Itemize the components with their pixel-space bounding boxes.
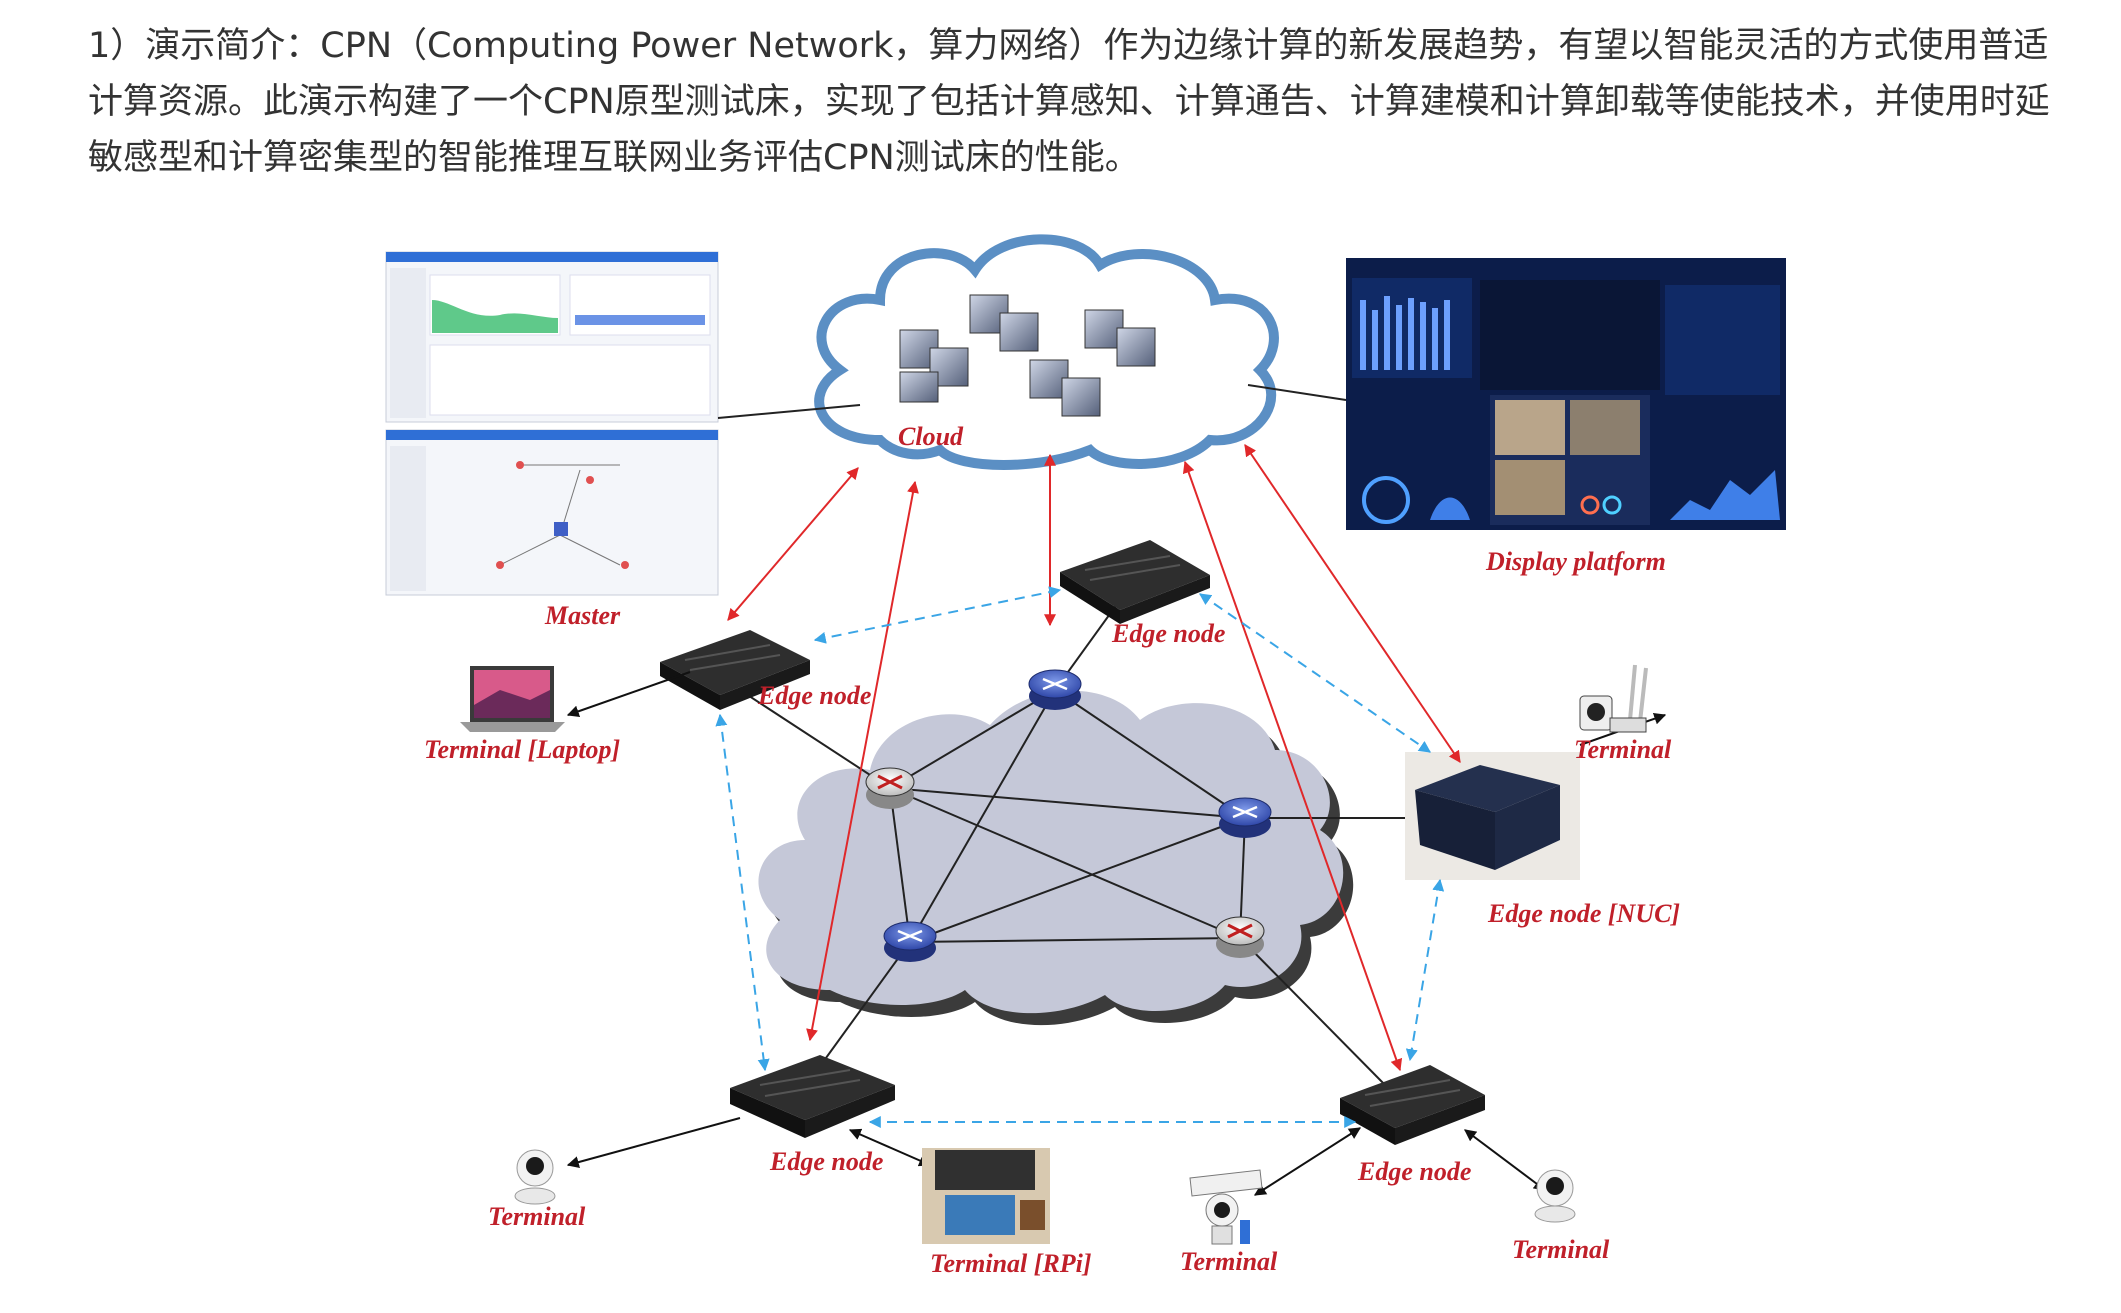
- terminal-bottom-left: Terminal: [488, 1149, 586, 1231]
- master-label: Master: [544, 601, 621, 630]
- edge-node-bottom-right-label: Edge node: [1357, 1157, 1471, 1186]
- terminal-bottom-right: Terminal: [1512, 1169, 1610, 1264]
- network-cloud: [758, 690, 1354, 1026]
- display-platform-label: Display platform: [1485, 547, 1666, 576]
- terminal-bottom-camera-label: Terminal: [1180, 1247, 1278, 1276]
- display-platform: Display platform: [1346, 258, 1786, 576]
- router-blue-1-icon: [1028, 669, 1082, 710]
- router-white-1-icon: [865, 767, 915, 809]
- terminal-right-camera: Terminal: [1574, 664, 1672, 764]
- top-cloud: Cloud: [814, 234, 1279, 470]
- terminal-right-label: Terminal: [1574, 735, 1672, 764]
- router-blue-2-icon: [1218, 797, 1272, 838]
- terminal-laptop-label: Terminal [Laptop]: [424, 735, 620, 764]
- cloud-label: Cloud: [898, 422, 964, 451]
- terminal-rpi-label: Terminal [RPi]: [930, 1249, 1092, 1278]
- edge-node-top-label: Edge node: [1111, 619, 1225, 648]
- edge-node-bottom-right: Edge node: [1340, 1065, 1485, 1186]
- edge-node-bottom-left-label: Edge node: [769, 1147, 883, 1176]
- terminal-laptop: Terminal [Laptop]: [424, 666, 620, 764]
- edge-node-nuc-label: Edge node [NUC]: [1487, 899, 1680, 928]
- terminal-bottom-left-label: Terminal: [488, 1202, 586, 1231]
- terminal-rpi: Terminal [RPi]: [922, 1148, 1092, 1278]
- edge-node-left-label: Edge node: [757, 681, 871, 710]
- edge-node-left: Edge node: [660, 630, 871, 710]
- cpn-testbed-diagram: Cloud Master Display platform Edge node …: [385, 234, 1786, 1278]
- edge-node-nuc: Edge node [NUC]: [1405, 752, 1680, 928]
- terminal-bottom-camera: Terminal: [1180, 1169, 1278, 1276]
- master-dashboard: Master: [385, 251, 719, 630]
- router-white-2-icon: [1215, 916, 1265, 958]
- edge-node-bottom-left: Edge node: [730, 1055, 895, 1176]
- terminal-bottom-right-label: Terminal: [1512, 1235, 1610, 1264]
- router-blue-3-icon: [883, 921, 937, 962]
